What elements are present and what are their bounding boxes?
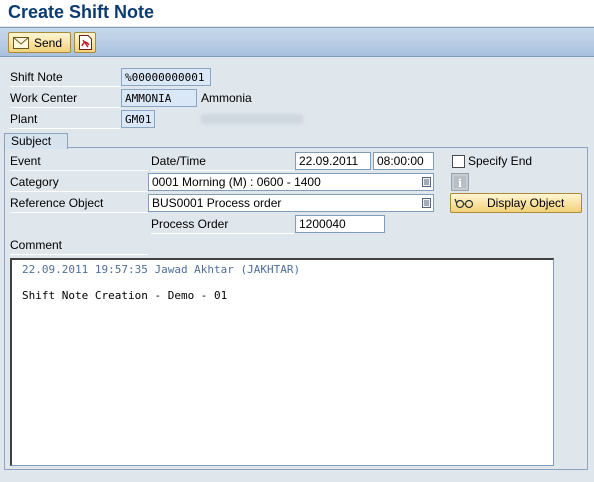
plant-field[interactable]: GM01 <box>121 110 155 128</box>
category-dropdown[interactable]: 0001 Morning (M) : 0600 - 1400 <box>148 173 434 191</box>
reference-object-label: Reference Object <box>10 194 148 213</box>
send-button[interactable]: Send <box>8 32 71 53</box>
display-object-button[interactable]: Display Object <box>450 193 582 213</box>
work-center-label: Work Center <box>10 89 120 108</box>
pdf-button[interactable] <box>74 32 96 53</box>
process-order-label: Process Order <box>151 215 294 234</box>
display-glasses-icon <box>454 198 474 209</box>
process-order-input[interactable]: 1200040 <box>295 215 385 233</box>
event-date-input[interactable]: 22.09.2011 <box>295 152 371 170</box>
category-label: Category <box>10 173 148 192</box>
envelope-icon <box>13 36 29 49</box>
specify-end-checkbox[interactable] <box>452 155 465 168</box>
send-button-label: Send <box>34 35 63 50</box>
reference-object-dropdown[interactable]: BUS0001 Process order <box>148 194 434 212</box>
pdf-document-icon <box>78 35 92 50</box>
comment-header: 22.09.2011 19:57:35 Jawad Akhtar (JAKHTA… <box>22 263 301 276</box>
dropdown-list-icon[interactable] <box>422 177 431 187</box>
specify-end-label: Specify End <box>468 154 533 168</box>
shift-note-field[interactable]: %00000000001 <box>121 68 211 86</box>
display-object-label: Display Object <box>487 196 565 210</box>
comment-text: Shift Note Creation - Demo - 01 <box>22 289 228 302</box>
work-center-field[interactable]: AMMONIA <box>121 89 197 107</box>
reference-object-value: BUS0001 Process order <box>152 196 282 210</box>
comment-textarea[interactable]: 22.09.2011 19:57:35 Jawad Akhtar (JAKHTA… <box>10 258 554 466</box>
work-center-description: Ammonia <box>201 91 252 105</box>
shift-note-label: Shift Note <box>10 68 120 87</box>
datetime-label: Date/Time <box>151 152 294 171</box>
info-icon: i <box>454 176 466 190</box>
category-value: 0001 Morning (M) : 0600 - 1400 <box>152 175 321 189</box>
event-label: Event <box>10 152 148 171</box>
comment-label: Comment <box>10 236 148 255</box>
plant-label: Plant <box>10 110 120 129</box>
subject-tab[interactable]: Subject <box>4 133 68 149</box>
application-toolbar: Send <box>0 27 594 57</box>
page-title: Create Shift Note <box>8 2 155 22</box>
info-button[interactable]: i <box>451 173 469 191</box>
event-time-input[interactable]: 08:00:00 <box>373 152 434 170</box>
dropdown-list-icon[interactable] <box>422 198 431 208</box>
plant-description-redacted <box>201 114 303 124</box>
svg-text:i: i <box>458 177 462 190</box>
